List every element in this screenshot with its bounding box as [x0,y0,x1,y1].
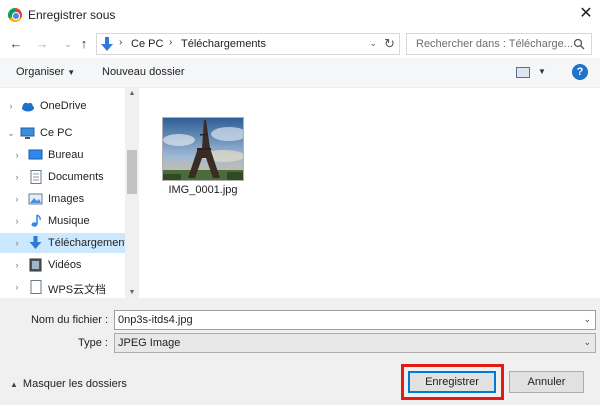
title-bar: Enregistrer sous ✕ [0,0,600,30]
computer-icon [20,127,35,139]
view-options-icon[interactable] [516,67,530,78]
up-arrow-icon[interactable]: ↑ [76,36,92,52]
download-folder-icon [101,37,113,51]
cancel-button[interactable]: Annuler [509,371,584,393]
breadcrumb-separator[interactable]: › [119,37,122,48]
breadcrumb-separator[interactable]: › [169,37,172,48]
new-folder-button[interactable]: Nouveau dossier [102,66,185,78]
filetype-label: Type : [78,337,108,349]
hide-folders-toggle[interactable]: ▲ Masquer les dossiers [10,378,127,390]
tree-item-label: Bureau [48,149,84,161]
chrome-icon [8,8,22,22]
search-icon[interactable] [573,38,585,50]
hide-folders-label: Masquer les dossiers [22,378,127,390]
downloads-icon [29,236,42,249]
navigation-pane: › OneDrive ⌄ Ce PC › Bureau › Documents [0,88,139,298]
breadcrumb-telechargements[interactable]: Téléchargements [181,38,266,50]
documents-icon [30,170,42,184]
pictures-icon [28,193,43,205]
filename-label: Nom du fichier : [30,314,108,326]
tree-item-label: OneDrive [40,100,87,112]
forward-arrow-icon[interactable]: → [34,36,50,52]
tree-item-telechargement[interactable]: › Téléchargement [0,233,128,253]
organise-menu-button[interactable]: Organiser ▼ [16,66,75,78]
tree-item-label: Vidéos [48,259,82,271]
refresh-icon[interactable]: ↻ [384,36,395,52]
eiffel-tower-thumbnail [162,117,244,181]
tree-item-label: Ce PC [40,127,73,139]
filetype-value: JPEG Image [118,337,181,349]
tree-item-label: Images [48,193,85,205]
chevron-down-icon[interactable]: ⌄ [369,38,377,49]
save-button[interactable]: Enregistrer [408,371,496,393]
tree-item-label: WPS云文档 [48,284,107,296]
chevron-down-icon[interactable]: ⌄ [583,337,591,348]
chevron-right-icon[interactable]: › [12,280,22,294]
chevron-right-icon[interactable]: › [12,236,22,250]
organise-label: Organiser [16,66,65,78]
chevron-right-icon[interactable]: › [12,258,22,272]
chevron-right-icon[interactable]: › [12,192,22,206]
tree-item-wps-cloud[interactable]: › WPS云文档 [0,277,125,297]
tree-item-musique[interactable]: › Musique [0,211,125,231]
breadcrumb-ce-pc[interactable]: Ce PC [131,38,163,50]
tree-item-images[interactable]: › Images [0,189,125,209]
filetype-select[interactable]: JPEG Image ⌄ [114,333,596,353]
search-placeholder: Rechercher dans : Télécharge... [416,38,573,50]
tree-item-documents[interactable]: › Documents [0,167,125,187]
close-button[interactable]: ✕ [572,0,600,28]
file-name-label: IMG_0001.jpg [168,184,238,196]
music-icon [31,214,41,227]
wps-cloud-icon [30,280,42,294]
tree-item-bureau[interactable]: › Bureau [0,145,125,165]
chevron-down-icon[interactable]: ⌄ [583,314,591,325]
chevron-right-icon[interactable]: › [12,148,22,162]
nav-scrollbar[interactable]: ▲ ▼ [125,88,139,298]
caret-down-icon[interactable]: ▼ [538,67,546,76]
caret-down-icon: ▼ [67,68,76,77]
address-row: ← → ⌄ ↑ › Ce PC › Téléchargements ⌄ ↻ Re… [0,30,600,58]
tree-item-videos[interactable]: › Vidéos [0,255,125,275]
history-dropdown-icon[interactable]: ⌄ [60,36,76,52]
address-bar[interactable]: › Ce PC › Téléchargements ⌄ ↻ [96,33,400,55]
file-list-pane: IMG_0001.jpg [139,88,600,298]
desktop-icon [28,149,43,160]
chevron-right-icon[interactable]: › [12,214,22,228]
filename-value: 0np3s-itds4.jpg [118,314,193,326]
videos-icon [29,258,42,272]
tree-item-label: Documents [48,171,104,183]
search-input[interactable]: Rechercher dans : Télécharge... [406,33,592,55]
onedrive-cloud-icon [22,102,34,112]
tree-item-label: Téléchargement [48,237,128,249]
tree-item-onedrive[interactable]: › OneDrive [0,96,125,116]
caret-up-icon: ▲ [10,380,18,389]
window-title: Enregistrer sous [28,8,116,22]
back-arrow-icon[interactable]: ← [8,36,24,52]
help-icon[interactable]: ? [572,64,588,80]
command-toolbar: Organiser ▼ Nouveau dossier ▼ ? [0,58,600,88]
chevron-down-icon[interactable]: ⌄ [6,126,16,140]
tree-item-ce-pc[interactable]: ⌄ Ce PC [0,123,125,143]
chevron-right-icon[interactable]: › [12,170,22,184]
chevron-right-icon[interactable]: › [6,99,16,113]
tree-item-label: Musique [48,215,90,227]
scroll-down-icon[interactable]: ▼ [125,289,139,296]
scroll-up-icon[interactable]: ▲ [125,90,139,97]
scrollbar-thumb[interactable] [127,150,137,194]
filename-input[interactable]: 0np3s-itds4.jpg ⌄ [114,310,596,330]
file-item[interactable]: IMG_0001.jpg [159,114,249,204]
